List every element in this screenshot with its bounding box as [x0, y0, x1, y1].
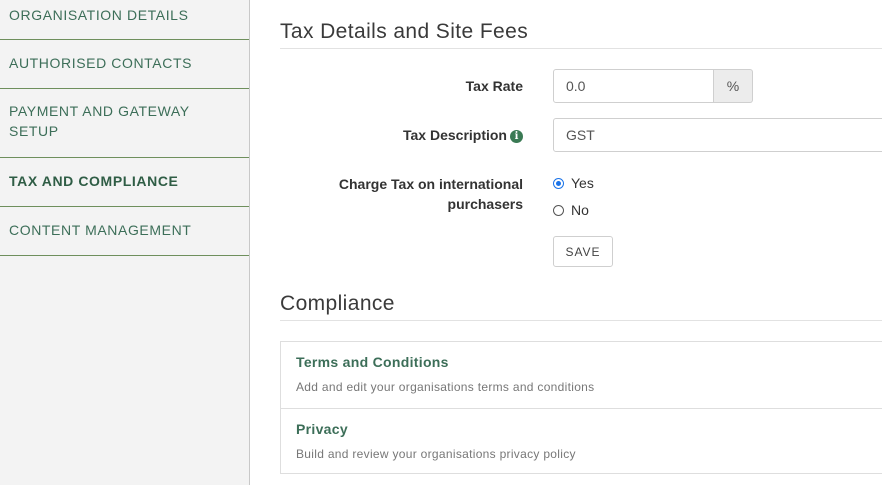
sidebar-item-label: ORGANISATION DETAILS [9, 7, 189, 23]
sidebar-item-label-line2: SETUP [9, 123, 59, 139]
sidebar-item-label-line1: PAYMENT AND GATEWAY [9, 103, 190, 119]
save-button[interactable]: SAVE [553, 236, 613, 267]
percent-addon: % [714, 69, 753, 103]
radio-yes-label: Yes [571, 175, 594, 191]
compliance-item-title[interactable]: Privacy [296, 421, 348, 437]
sidebar-item-label: TAX AND COMPLIANCE [9, 173, 179, 189]
sidebar-item-tax-and-compliance[interactable]: TAX AND COMPLIANCE [0, 158, 249, 207]
radio-yes[interactable] [553, 177, 564, 189]
tax-description-label: Tax Description i [403, 125, 523, 145]
sidebar-item-authorised-contacts[interactable]: AUTHORISED CONTACTS [0, 40, 249, 89]
sidebar-item-content-management[interactable]: CONTENT MANAGEMENT [0, 207, 249, 256]
radio-option-yes[interactable]: Yes [553, 175, 594, 191]
tax-description-label-text: Tax Description [403, 127, 507, 143]
sidebar-item-label: AUTHORISED CONTACTS [9, 55, 193, 71]
charge-tax-label: Charge Tax on international purchasers [339, 174, 523, 214]
radio-option-no[interactable]: No [553, 202, 589, 218]
tax-rate-value: 0.0 [566, 78, 586, 94]
tax-rate-input[interactable]: 0.0 [553, 69, 714, 103]
compliance-item-terms[interactable]: Terms and Conditions Add and edit your o… [281, 342, 882, 408]
tax-description-input[interactable]: GST [553, 118, 882, 152]
tax-description-value: GST [566, 127, 595, 143]
charge-tax-label-line1: Charge Tax on international [338, 176, 523, 192]
compliance-item-description: Add and edit your organisations terms an… [296, 380, 595, 394]
compliance-item-privacy[interactable]: Privacy Build and review your organisati… [281, 408, 882, 475]
info-icon[interactable]: i [510, 130, 523, 143]
compliance-item-title[interactable]: Terms and Conditions [296, 354, 449, 370]
sidebar-item-organisation-details[interactable]: ORGANISATION DETAILS [0, 0, 249, 40]
section-title-compliance: Compliance [280, 292, 882, 321]
tax-rate-label: Tax Rate [465, 78, 523, 94]
section-title-tax: Tax Details and Site Fees [280, 20, 882, 49]
charge-tax-label-line2: purchasers [447, 196, 523, 212]
radio-no-label: No [571, 202, 589, 218]
sidebar: ORGANISATION DETAILS AUTHORISED CONTACTS… [0, 0, 250, 485]
radio-no[interactable] [553, 204, 564, 216]
compliance-list: Terms and Conditions Add and edit your o… [280, 341, 882, 474]
compliance-item-description: Build and review your organisations priv… [296, 447, 576, 461]
sidebar-item-payment-gateway-setup[interactable]: PAYMENT AND GATEWAY SETUP [0, 89, 249, 158]
sidebar-item-label: CONTENT MANAGEMENT [9, 222, 192, 238]
